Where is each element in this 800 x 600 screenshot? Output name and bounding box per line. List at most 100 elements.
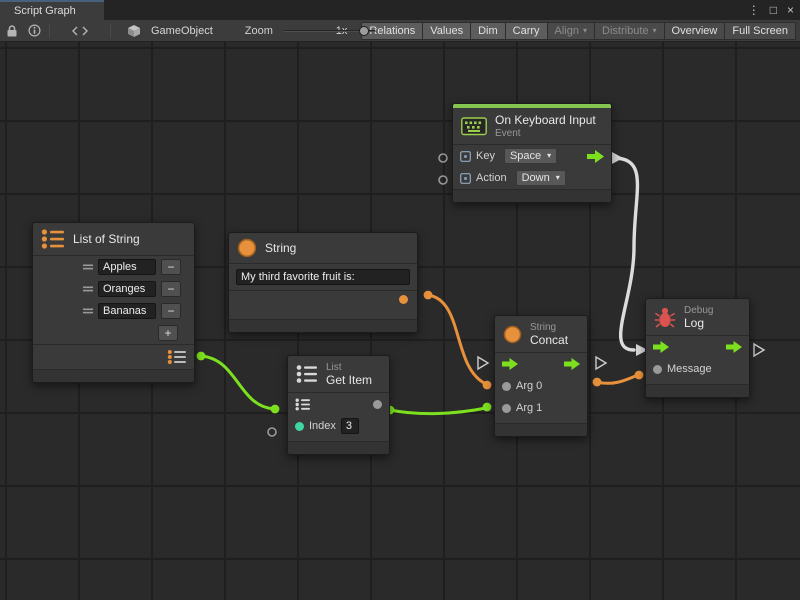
add-item-button[interactable]: +	[158, 325, 178, 341]
wire-getitem-to-concat[interactable]	[390, 408, 486, 414]
button-label: Full Screen	[732, 25, 788, 37]
concat-control-in-triangle[interactable]	[478, 357, 488, 369]
concat-arg0-input-port[interactable]	[483, 381, 492, 390]
list-item-input[interactable]: Apples	[98, 259, 156, 275]
list-output-icon[interactable]	[167, 349, 187, 365]
list-item-row: Apples −	[33, 256, 194, 278]
arg0-row: Arg 0	[495, 375, 587, 397]
node-header[interactable]: List of String	[33, 223, 194, 255]
getitem-list-input-port[interactable]	[271, 405, 280, 414]
action-label: Action	[476, 172, 507, 184]
node-footer	[33, 369, 194, 382]
list-output-row	[33, 345, 194, 369]
zoom-slider-knob[interactable]	[359, 26, 369, 36]
remove-item-button[interactable]: −	[161, 281, 181, 297]
message-input-port[interactable]	[635, 371, 644, 380]
concat-output-port[interactable]	[593, 378, 602, 387]
log-control-out-triangle[interactable]	[754, 344, 764, 356]
toolbar-button-fullscreen[interactable]: Full Screen	[725, 22, 796, 40]
control-out-port-triangle[interactable]	[612, 152, 623, 164]
minus-icon: −	[167, 260, 174, 274]
node-list-of-string[interactable]: List of String Apples − Oranges −	[32, 222, 195, 383]
add-item-row: +	[33, 322, 194, 344]
index-input[interactable]: 3	[341, 418, 359, 434]
button-label: Carry	[513, 25, 540, 37]
drag-handle-icon[interactable]	[83, 285, 93, 293]
node-header[interactable]: String Concat	[495, 316, 587, 352]
message-port-dot[interactable]	[653, 365, 662, 374]
node-get-item[interactable]: List Get Item Index 3	[287, 355, 390, 455]
string-output-port[interactable]	[424, 291, 433, 300]
remove-item-button[interactable]: −	[161, 303, 181, 319]
node-title: Concat	[530, 333, 568, 347]
node-debug-log[interactable]: Debug Log Message	[645, 298, 750, 398]
node-string-literal[interactable]: String My third favorite fruit is:	[228, 232, 418, 333]
list-port-icon[interactable]	[295, 398, 311, 411]
key-outer-port[interactable]	[439, 154, 447, 162]
control-out-arrow-icon[interactable]	[726, 341, 742, 353]
info-icon[interactable]	[26, 24, 43, 37]
toolbar-button-dim[interactable]: Dim	[471, 22, 506, 40]
close-icon[interactable]: ×	[787, 3, 794, 17]
node-on-keyboard-input[interactable]: On Keyboard Input Event Key Space ▾	[452, 103, 612, 203]
toolbar-button-distribute[interactable]: Distribute▾	[595, 22, 664, 40]
node-header[interactable]: List Get Item	[288, 356, 389, 392]
button-label: Overview	[672, 25, 718, 37]
wire-event-to-log[interactable]	[613, 158, 637, 350]
string-inner-output-port[interactable]	[399, 295, 408, 304]
chevron-down-icon: ▾	[583, 27, 587, 35]
key-value: Space	[510, 150, 541, 162]
list-item-input[interactable]: Oranges	[98, 281, 156, 297]
node-subtitle: Event	[495, 128, 596, 139]
code-view-icon[interactable]	[70, 26, 90, 36]
list-item-input[interactable]: Bananas	[98, 303, 156, 319]
button-label: Distribute	[602, 25, 648, 37]
string-value-input[interactable]: My third favorite fruit is:	[236, 269, 410, 285]
concat-control-out-triangle[interactable]	[596, 357, 606, 369]
index-outer-port[interactable]	[268, 428, 276, 436]
window-menu-icon[interactable]: ⋮	[748, 3, 760, 17]
node-header[interactable]: On Keyboard Input Event	[453, 108, 611, 144]
node-header[interactable]: String	[229, 233, 417, 263]
wire-string-to-concat[interactable]	[428, 295, 486, 384]
arg0-port-dot[interactable]	[502, 382, 511, 391]
toolbar-button-overview[interactable]: Overview	[665, 22, 726, 40]
drag-handle-icon[interactable]	[83, 263, 93, 271]
control-in-arrow-icon[interactable]	[653, 341, 669, 353]
wire-list-to-getitem[interactable]	[201, 356, 274, 409]
lock-icon[interactable]	[4, 24, 20, 38]
key-dropdown[interactable]: Space ▾	[504, 148, 557, 164]
list-output-port[interactable]	[197, 352, 206, 361]
toolbar-button-carry[interactable]: Carry	[506, 22, 548, 40]
gameobject-label[interactable]: GameObject	[151, 25, 213, 37]
node-concat[interactable]: String Concat Arg 0 Arg 1	[494, 315, 588, 437]
control-out-arrow-icon[interactable]	[564, 358, 580, 370]
toolbar-button-align[interactable]: Align▾	[548, 22, 595, 40]
node-footer	[453, 189, 611, 202]
arg1-port-dot[interactable]	[502, 404, 511, 413]
action-outer-port[interactable]	[439, 176, 447, 184]
index-label: Index	[309, 420, 336, 432]
toolbar-button-values[interactable]: Values	[423, 22, 471, 40]
maximize-icon[interactable]: □	[770, 3, 777, 17]
concat-arg1-input-port[interactable]	[483, 403, 492, 412]
graph-canvas[interactable]: On Keyboard Input Event Key Space ▾	[0, 42, 800, 600]
zoom-label: Zoom	[245, 25, 273, 37]
wire-concat-to-message[interactable]	[597, 375, 638, 383]
action-value: Down	[522, 172, 550, 184]
action-dropdown[interactable]: Down ▾	[516, 170, 566, 186]
drag-handle-icon[interactable]	[83, 307, 93, 315]
script-graph-window: Script Graph ⋮ □ × GameObject Zoom 1x	[0, 0, 800, 600]
getitem-inner-output-port[interactable]	[373, 400, 382, 409]
zoom-slider[interactable]	[283, 25, 326, 37]
list-item-value: Oranges	[103, 283, 145, 295]
control-out-arrow-icon[interactable]	[587, 150, 604, 163]
tab-script-graph[interactable]: Script Graph	[0, 0, 104, 20]
control-in-arrow-icon[interactable]	[502, 358, 518, 370]
key-label: Key	[476, 150, 495, 162]
node-footer	[229, 319, 417, 332]
remove-item-button[interactable]: −	[161, 259, 181, 275]
index-port-dot[interactable]	[295, 422, 304, 431]
string-circle-icon	[503, 325, 522, 344]
node-header[interactable]: Debug Log	[646, 299, 749, 335]
